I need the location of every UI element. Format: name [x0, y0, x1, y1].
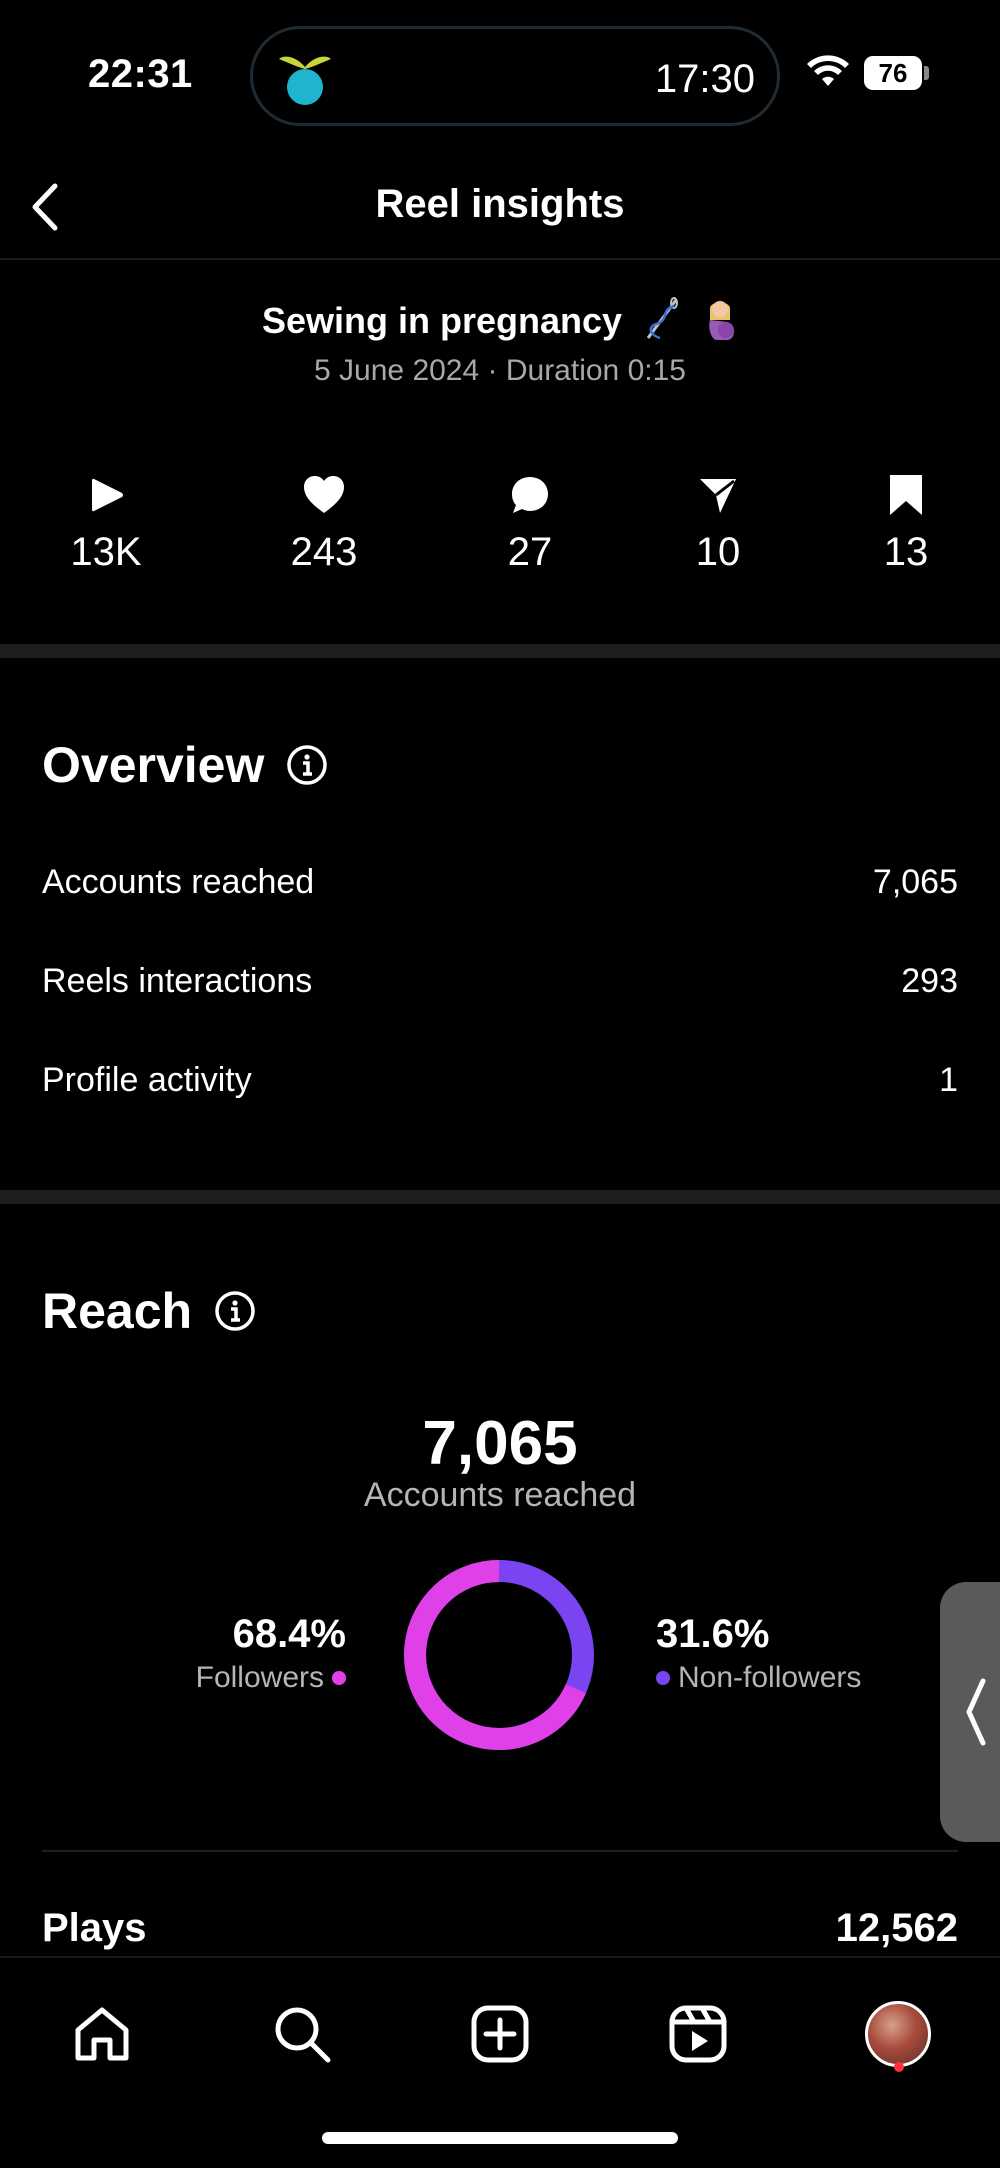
nonfollowers-percent: 31.6%	[656, 1612, 770, 1656]
reach-donut-chart	[404, 1560, 594, 1750]
stat-shares[interactable]: 10	[648, 470, 788, 575]
plays-value: 12,562	[835, 1906, 958, 1950]
followers-percent: 68.4%	[232, 1612, 346, 1656]
island-timer: 17:30	[654, 57, 755, 101]
status-bar: 22:31 17:30 76	[0, 0, 1000, 150]
overview-row-profile-activity[interactable]: Profile activity 1	[42, 1050, 958, 1110]
stat-likes[interactable]: 243	[254, 470, 394, 575]
stat-value: 13K	[70, 530, 142, 574]
stat-value: 10	[695, 530, 741, 574]
search-icon	[275, 2007, 331, 2063]
reach-total-label: Accounts reached	[363, 1476, 637, 1514]
battery-indicator: 76	[864, 56, 922, 90]
stat-saves[interactable]: 13	[836, 470, 976, 575]
stats-row: 13K 243 27 10 13	[0, 470, 1000, 590]
info-icon[interactable]	[214, 1290, 256, 1332]
side-panel-handle[interactable]	[940, 1582, 1000, 1842]
reach-section-title: Reach	[42, 1282, 256, 1340]
followers-label: Followers	[195, 1661, 324, 1694]
page-title: Reel insights	[375, 182, 625, 226]
reel-title: Sewing in pregnancy	[261, 300, 623, 342]
row-label: Profile activity	[42, 1060, 252, 1099]
bookmark-icon	[890, 475, 922, 515]
nav-search[interactable]	[262, 1994, 342, 2074]
play-icon	[92, 478, 123, 512]
stat-comments[interactable]: 27	[460, 470, 600, 575]
comment-icon	[512, 477, 548, 513]
needle-thread-icon	[640, 296, 684, 351]
share-icon	[700, 479, 736, 513]
section-divider	[0, 1190, 1000, 1204]
chevron-left-icon	[966, 1678, 986, 1746]
divider	[42, 1850, 958, 1852]
nonfollowers-legend-dot	[656, 1671, 670, 1685]
dynamic-island[interactable]: 17:30	[250, 26, 780, 126]
plays-label: Plays	[42, 1906, 147, 1950]
notification-dot	[894, 2062, 904, 2072]
app-logo-icon	[279, 56, 331, 105]
create-icon	[471, 2005, 529, 2063]
pregnant-woman-icon	[702, 296, 738, 351]
page-header: Reel insights	[0, 160, 1000, 260]
overview-title: Overview	[42, 737, 265, 793]
overview-section-title: Overview	[42, 736, 328, 794]
battery-tip	[924, 66, 929, 80]
reach-total: 7,065	[422, 1409, 578, 1478]
overview-row-reels-interactions[interactable]: Reels interactions 293	[42, 951, 958, 1011]
section-divider	[0, 644, 1000, 658]
stat-plays[interactable]: 13K	[36, 470, 176, 575]
row-label: Reels interactions	[42, 961, 313, 1000]
nav-home[interactable]	[62, 1994, 142, 2074]
followers-stat: 68.4% Followers	[196, 1612, 346, 1695]
nonfollowers-stat: 31.6% Non-followers	[656, 1612, 861, 1695]
followers-legend-dot	[332, 1671, 346, 1685]
stat-value: 243	[290, 530, 358, 574]
status-time: 22:31	[88, 52, 193, 96]
home-indicator[interactable]	[322, 2132, 678, 2144]
nav-create[interactable]	[460, 1994, 540, 2074]
row-value: 1	[939, 1060, 958, 1099]
reels-icon	[669, 2005, 727, 2063]
reel-insights-screen: 22:31 17:30 76 Reel insights Sewing in p…	[0, 0, 1000, 2168]
nav-reels[interactable]	[658, 1994, 738, 2074]
reel-meta: 5 June 2024 · Duration 0:15	[314, 354, 686, 387]
reel-title-row: Sewing in pregnancy	[0, 296, 1000, 351]
nonfollowers-label: Non-followers	[678, 1661, 862, 1694]
info-icon[interactable]	[286, 744, 328, 786]
heart-icon	[304, 476, 344, 513]
profile-avatar	[865, 2001, 931, 2067]
row-label: Accounts reached	[42, 862, 315, 901]
home-icon	[75, 2007, 129, 2061]
stat-value: 13	[883, 530, 929, 574]
stat-value: 27	[507, 530, 553, 574]
plays-row[interactable]: Plays 12,562	[42, 1906, 958, 1951]
row-value: 293	[901, 961, 958, 1000]
wifi-icon	[807, 55, 849, 86]
row-value: 7,065	[872, 862, 958, 901]
overview-row-accounts-reached[interactable]: Accounts reached 7,065	[42, 852, 958, 912]
reach-title: Reach	[42, 1283, 193, 1339]
